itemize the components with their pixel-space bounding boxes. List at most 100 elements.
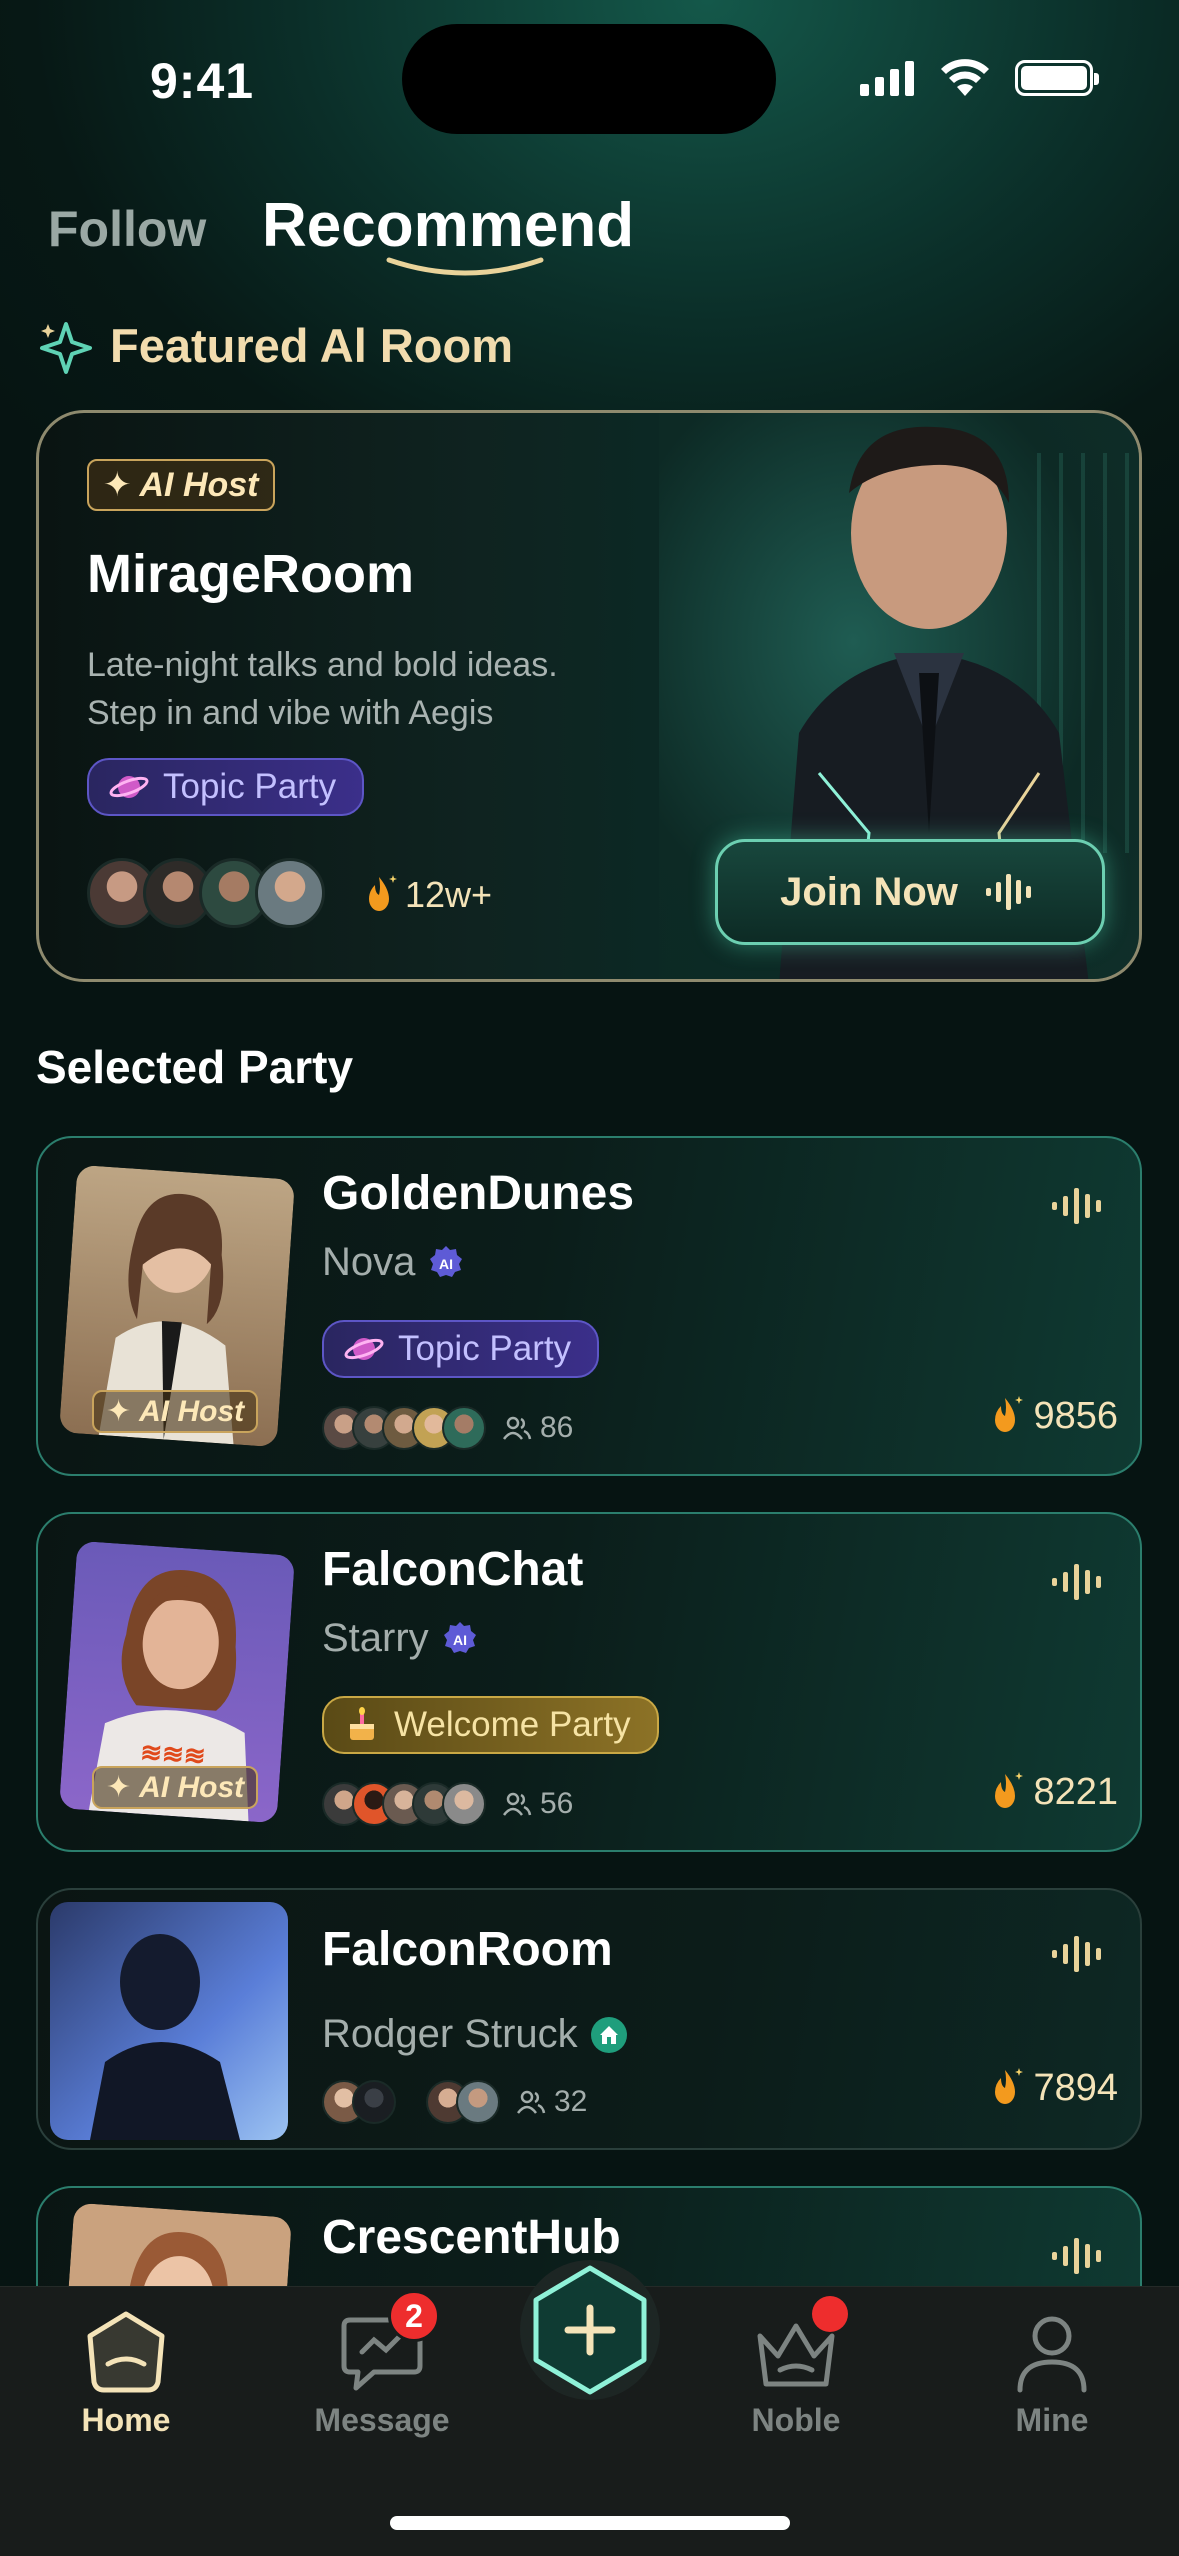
tab-label: Noble [751,2402,841,2438]
tab-mine[interactable]: Mine [972,2306,1132,2439]
tab-home[interactable]: Home [46,2306,206,2439]
users-icon [517,2090,546,2114]
svg-text:AI: AI [453,1632,467,1648]
description-line: Step in and vibe with Aegis [87,694,494,732]
chip-label: Topic Party [163,767,337,806]
tab-label: Mine [1015,2402,1089,2438]
join-label: Join Now [780,869,958,914]
avatar [456,2080,500,2124]
heat-count: 8221 [985,1770,1118,1814]
planet-icon [109,776,149,798]
users-icon [503,1792,532,1816]
ai-host-label: AI Host [139,1770,245,1804]
member-row: 56 [322,1782,573,1826]
topic-party-chip: Topic Party [322,1320,600,1378]
voice-wave-icon [1052,1188,1101,1224]
status-time: 9:41 [150,53,255,109]
member-avatars [322,2080,396,2124]
sparkle-icon: ✦ [106,1395,132,1428]
tab-noble[interactable]: Noble [716,2306,876,2439]
active-tab-indicator [386,257,544,276]
sparkle-icon: ✦ [106,1771,132,1804]
unread-badge: 2 [388,2290,440,2342]
featured-room-card[interactable]: ✦ AI Host MirageRoom Late-night talks and… [36,410,1142,982]
member-count: 32 [516,2085,587,2119]
party-room-card[interactable]: ✦ AI Host GoldenDunes Nova AI Topic Party… [36,1136,1142,1476]
host-name: Nova [322,1240,416,1284]
dynamic-island [402,24,776,134]
users-icon [503,1416,532,1440]
wifi-icon [941,59,989,96]
host-name: Rodger Struck [322,2012,578,2056]
battery-icon [1015,60,1099,96]
avatar [442,1782,486,1826]
sparkle-icon: ✦ [103,466,132,504]
avatar [442,1406,486,1450]
member-count-value: 56 [540,1787,574,1820]
room-cover-image [50,1902,288,2140]
chip-label: Welcome Party [394,1705,631,1744]
join-now-button[interactable]: Join Now [715,839,1105,945]
member-avatars [322,1782,486,1826]
member-avatars [426,2080,500,2124]
voice-wave-icon [985,874,1031,910]
ai-host-badge: ✦ AI Host [92,1390,259,1433]
tab-recommend[interactable]: Recommend [262,190,634,261]
fire-icon [995,2068,1024,2104]
heat-count: 9856 [985,1394,1118,1438]
cake-icon [350,1707,374,1740]
party-room-card[interactable]: ≋≋≋ ✦ AI Host FalconChat Starry AI Welcom… [36,1512,1142,1852]
listener-avatars [87,858,325,928]
room-host: Rodger Struck [322,2012,628,2057]
tab-follow[interactable]: Follow [48,200,206,258]
member-count-value: 86 [540,1411,574,1444]
voice-wave-icon [1052,1936,1101,1972]
home-icon [87,2311,165,2393]
ai-verified-icon: AI [443,1621,476,1653]
tab-label: Home [81,2402,171,2438]
home-verified-icon [590,2016,627,2053]
topic-party-chip: Topic Party [87,758,365,816]
heat-value: 9856 [1033,1394,1118,1437]
tab-label: Message [314,2402,450,2438]
cellular-signal-icon [860,60,914,96]
fire-icon [995,1396,1024,1432]
room-name: GoldenDunes [322,1167,635,1220]
chip-label: Topic Party [398,1329,572,1368]
member-count: 56 [502,1787,573,1821]
heat-value: 12w+ [405,874,493,915]
featured-section-title: Featured Al Room [110,319,514,372]
fire-icon [369,875,397,911]
planet-icon [344,1338,384,1360]
room-name: FalconRoom [322,1923,613,1976]
heat-value: 8221 [1033,1770,1118,1813]
voice-wave-icon [1052,2238,1101,2274]
voice-wave-icon [1052,1564,1101,1600]
featured-room-description: Late-night talks and bold ideas. Step in … [87,641,687,737]
create-room-button[interactable] [510,2250,670,2410]
fire-icon [995,1772,1024,1808]
svg-text:AI: AI [439,1256,453,1272]
profile-icon [1017,2316,1087,2393]
member-count-value: 32 [554,2085,588,2118]
ai-host-badge: ✦ AI Host [87,459,275,511]
featured-room-title: MirageRoom [87,544,415,604]
sparkle-icon [40,322,92,374]
description-line: Late-night talks and bold ideas. [87,646,558,684]
room-host: Nova AI [322,1240,465,1285]
ai-verified-icon: AI [430,1245,463,1277]
heat-value: 7894 [1033,2066,1118,2109]
selected-party-title: Selected Party [36,1041,354,1093]
member-count: 86 [502,1411,573,1445]
heat-count: 12w+ [359,873,492,917]
avatar [255,858,325,928]
home-indicator [390,2516,790,2530]
member-row: 32 [322,2080,587,2124]
party-room-card[interactable]: FalconRoom Rodger Struck 32 7894 [36,1888,1142,2150]
heat-count: 7894 [985,2066,1118,2110]
welcome-party-chip: Welcome Party [322,1696,659,1754]
ai-host-label: AI Host [139,465,259,504]
room-name: FalconChat [322,1543,584,1596]
member-avatars [322,1406,486,1450]
room-host: Starry AI [322,1616,479,1661]
